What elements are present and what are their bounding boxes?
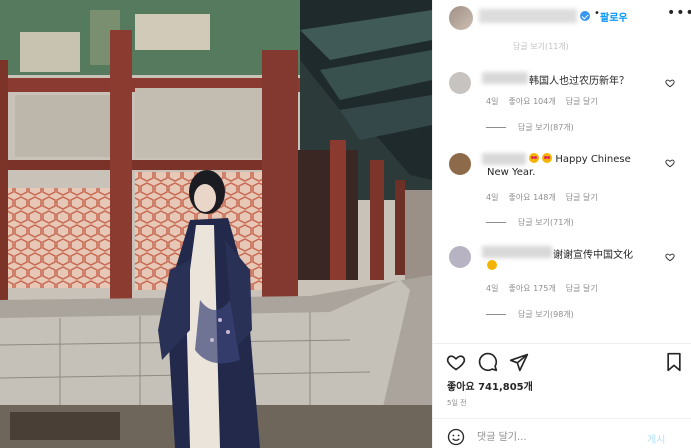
post-sidebar: • 팔로우 ••• 답글 보기(11개) 韩国人也过农历新年？ 4일 좋아요 10… bbox=[432, 0, 691, 448]
verified-badge-icon bbox=[580, 11, 590, 21]
photo-illustration bbox=[0, 0, 432, 448]
comment-like-count[interactable]: 좋아요 148개 bbox=[508, 193, 555, 202]
view-replies-label: 답글 보기(71개) bbox=[518, 218, 574, 227]
heart-eyes-emoji-icon bbox=[542, 153, 553, 163]
commenter-avatar[interactable] bbox=[449, 153, 471, 175]
comment-text-line1: Happy Chinese bbox=[529, 153, 631, 165]
commenter-username[interactable] bbox=[482, 153, 526, 165]
send-icon[interactable] bbox=[509, 352, 529, 372]
comment-time: 4일 bbox=[486, 193, 499, 202]
commenter-username[interactable] bbox=[482, 246, 552, 258]
divider bbox=[433, 418, 691, 419]
comment-icon[interactable] bbox=[478, 352, 498, 372]
comment-like-count[interactable]: 좋아요 104개 bbox=[508, 97, 555, 106]
reply-button[interactable]: 답글 달기 bbox=[566, 284, 598, 293]
comment-text-line2: New Year. bbox=[487, 167, 536, 178]
replies-line bbox=[486, 314, 506, 315]
post-header: • 팔로우 ••• bbox=[433, 0, 691, 38]
view-replies-label: 답글 보기(98개) bbox=[518, 310, 574, 319]
commenter-username[interactable] bbox=[482, 72, 528, 84]
follow-button[interactable]: 팔로우 bbox=[600, 9, 628, 24]
comment-time: 4일 bbox=[486, 284, 499, 293]
view-replies-button[interactable]: 답글 보기(71개) bbox=[486, 217, 574, 228]
comment-meta: 4일 좋아요 104개 답글 달기 bbox=[486, 96, 608, 107]
heart-icon[interactable] bbox=[446, 352, 466, 372]
comment-time: 4일 bbox=[486, 97, 499, 106]
author-username[interactable] bbox=[479, 9, 577, 23]
comment-text: Happy Chinese bbox=[555, 154, 631, 165]
post-photo[interactable] bbox=[0, 0, 432, 448]
replies-line bbox=[486, 222, 506, 223]
post-like-count[interactable]: 좋아요 741,805개 bbox=[447, 378, 533, 393]
reply-button[interactable]: 답글 달기 bbox=[566, 193, 598, 202]
comment-meta: 4일 좋아요 175개 답글 달기 bbox=[486, 283, 608, 294]
comment-meta: 4일 좋아요 148개 답글 달기 bbox=[486, 192, 608, 203]
comment-like-count[interactable]: 좋아요 175개 bbox=[508, 284, 555, 293]
commenter-avatar[interactable] bbox=[449, 246, 471, 268]
replies-line bbox=[486, 127, 506, 128]
smiley-icon[interactable] bbox=[447, 428, 465, 446]
more-options-icon[interactable]: ••• bbox=[667, 5, 691, 21]
partial-view-replies[interactable]: 답글 보기(11개) bbox=[513, 41, 569, 52]
view-replies-button[interactable]: 답글 보기(98개) bbox=[486, 309, 574, 320]
view-replies-label: 답글 보기(87개) bbox=[518, 123, 574, 132]
comment-like-heart-icon[interactable] bbox=[665, 78, 675, 88]
bookmark-icon[interactable] bbox=[664, 352, 684, 372]
post-comment-button[interactable]: 게시 bbox=[647, 431, 665, 446]
comment-text: 韩国人也过农历新年？ bbox=[529, 76, 629, 87]
post-timestamp[interactable]: 5일 전 bbox=[447, 398, 467, 408]
author-avatar[interactable] bbox=[449, 6, 473, 30]
comment-like-heart-icon[interactable] bbox=[665, 252, 675, 262]
comment-input[interactable] bbox=[477, 428, 637, 446]
commenter-avatar[interactable] bbox=[449, 72, 471, 94]
comment-text: 谢谢宣传中国文化 bbox=[553, 250, 633, 261]
heart-eyes-emoji-icon bbox=[529, 153, 539, 163]
emoji-icon bbox=[487, 260, 497, 270]
reply-button[interactable]: 답글 달기 bbox=[566, 97, 598, 106]
comment-like-heart-icon[interactable] bbox=[665, 158, 675, 168]
post-action-bar bbox=[433, 350, 691, 376]
divider bbox=[433, 343, 691, 344]
view-replies-button[interactable]: 답글 보기(87개) bbox=[486, 122, 574, 133]
comment-text-line2 bbox=[487, 260, 497, 272]
